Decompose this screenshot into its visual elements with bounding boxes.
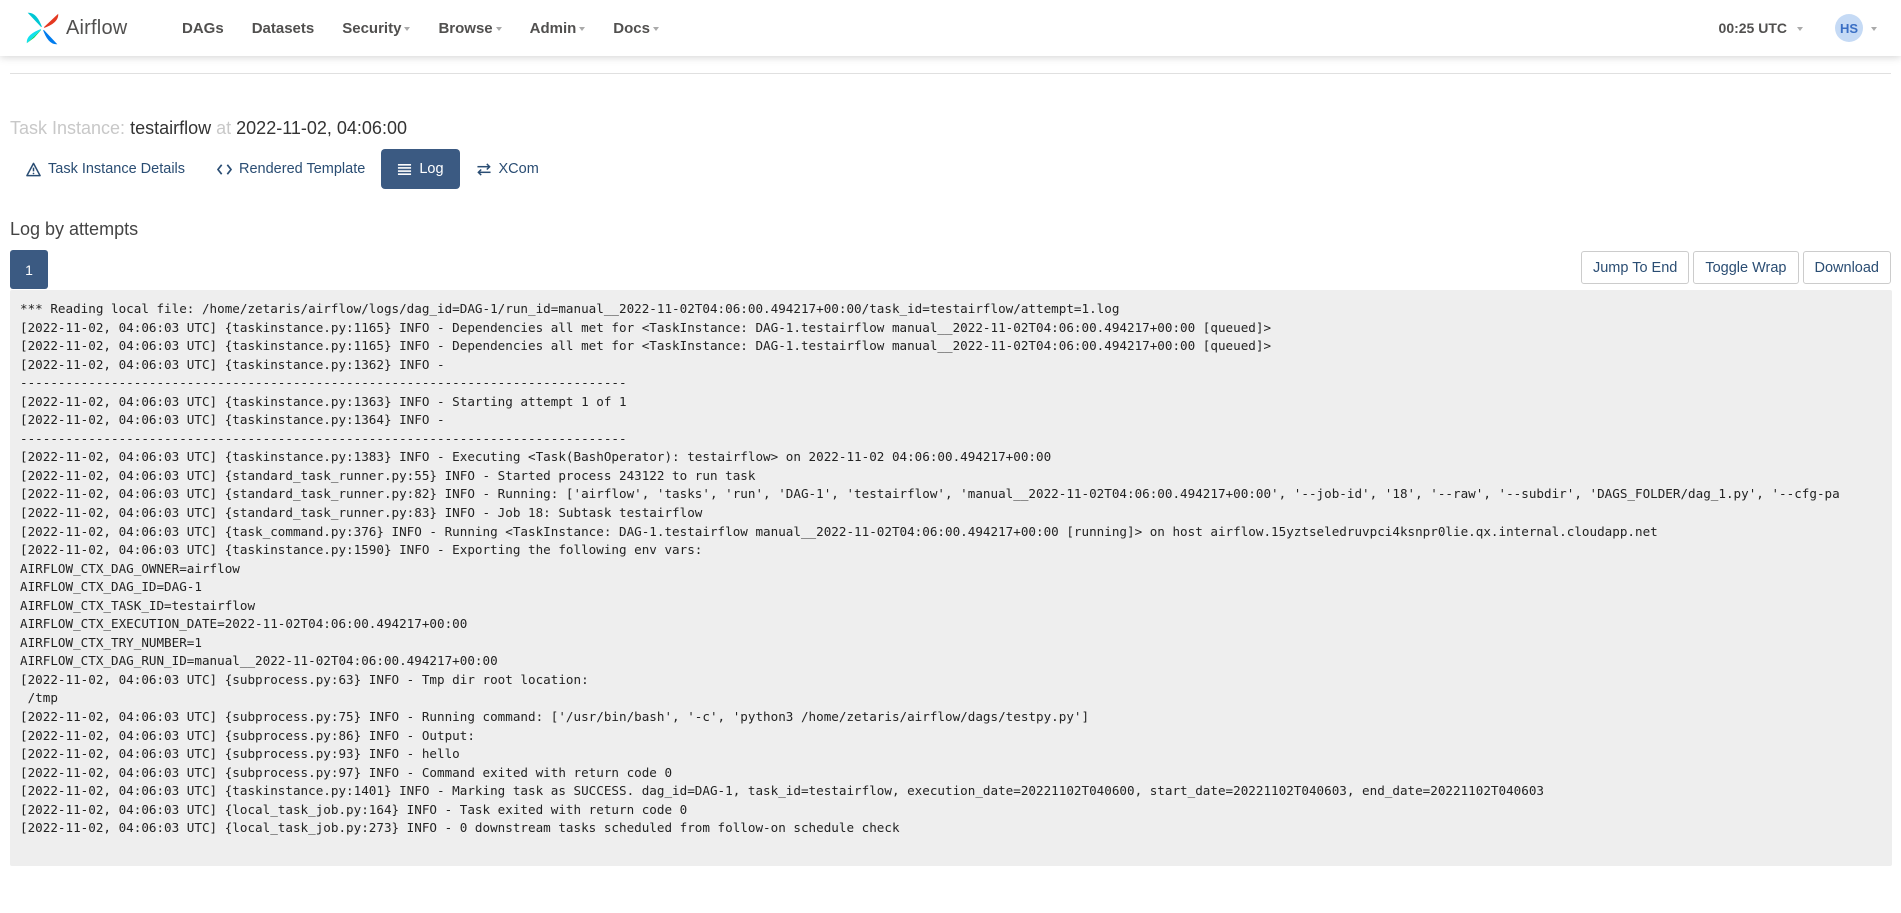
nav-right: 00:25 UTC HS: [1719, 14, 1901, 42]
caret-down-icon: [1797, 27, 1803, 31]
log-line: [2022-11-02, 04:06:03 UTC] {subprocess.p…: [20, 671, 597, 687]
log-line: ----------------------------------------…: [20, 430, 627, 446]
tab-label: Task Instance Details: [48, 161, 186, 177]
user-menu-dropdown[interactable]: HS: [1835, 14, 1877, 42]
log-line: AIRFLOW_CTX_TASK_ID=testairflow: [20, 597, 256, 613]
log-section-title: Log by attempts: [10, 219, 139, 239]
tab-task-instance-details[interactable]: Task Instance Details: [10, 149, 201, 189]
nav-admin-dropdown[interactable]: Admin: [530, 20, 586, 37]
log-line: ----------------------------------------…: [20, 375, 627, 391]
log-line: AIRFLOW_CTX_TRY_NUMBER=1: [20, 634, 202, 650]
log-viewer[interactable]: *** Reading local file: /home/zetaris/ai…: [10, 290, 1892, 866]
log-line: AIRFLOW_CTX_EXECUTION_DATE=2022-11-02T04…: [20, 616, 468, 632]
avatar: HS: [1835, 14, 1863, 42]
nav-browse-label: Browse: [438, 19, 493, 37]
task-id: testairflow: [130, 118, 212, 138]
nav-datasets[interactable]: Datasets: [252, 20, 315, 37]
code-icon: [217, 163, 232, 175]
caret-down-icon: [1871, 27, 1877, 31]
log-line: [2022-11-02, 04:06:03 UTC] {taskinstance…: [20, 356, 453, 372]
nav-datasets-label: Datasets: [251, 19, 315, 37]
nav-docs-dropdown[interactable]: Docs: [613, 20, 659, 37]
log-actions: Jump To End Toggle Wrap Download: [1577, 251, 1891, 284]
nav-browse-dropdown[interactable]: Browse: [438, 19, 502, 37]
title-at: at: [216, 118, 232, 138]
warning-triangle-icon: [26, 162, 41, 176]
airflow-logo-icon: [26, 12, 59, 44]
tab-log[interactable]: Log: [381, 149, 460, 189]
airflow-home-link[interactable]: Airflow: [24, 10, 150, 47]
nav-docs-label: Docs: [613, 19, 650, 37]
toggle-wrap-button[interactable]: Toggle Wrap: [1693, 251, 1799, 284]
nav-admin-label: Admin: [529, 19, 577, 37]
log-content: *** Reading local file: /home/zetaris/ai…: [20, 300, 1892, 838]
log-line: [2022-11-02, 04:06:03 UTC] {subprocess.p…: [20, 727, 475, 743]
log-line: [2022-11-02, 04:06:03 UTC] {subprocess.p…: [20, 746, 460, 762]
caret-down-icon: [495, 27, 502, 31]
log-line: [2022-11-02, 04:06:03 UTC] {standard_tas…: [20, 467, 756, 483]
log-line: AIRFLOW_CTX_DAG_OWNER=airflow: [20, 560, 240, 576]
task-instance-tabs: Task Instance Details Rendered Template …: [10, 149, 555, 189]
exchange-arrows-icon: [476, 162, 491, 176]
divider: [10, 73, 1891, 74]
tab-rendered-template[interactable]: Rendered Template: [201, 149, 381, 189]
log-line: *** Reading local file: /home/zetaris/ai…: [20, 301, 1120, 316]
log-line: [2022-11-02, 04:06:03 UTC] {standard_tas…: [20, 486, 1840, 502]
attempt-number: 1: [25, 261, 33, 278]
main-menu: DAGs Datasets Security Browse Admin Docs: [182, 20, 687, 37]
log-line: [2022-11-02, 04:06:03 UTC] {task_command…: [20, 523, 1658, 539]
user-initials: HS: [1839, 20, 1859, 36]
timezone-clock-dropdown[interactable]: 00:25 UTC: [1719, 20, 1803, 36]
tab-xcom[interactable]: XCom: [460, 149, 555, 189]
log-line: [2022-11-02, 04:06:03 UTC] {taskinstance…: [20, 319, 1272, 335]
nav-dags-label: DAGs: [182, 19, 224, 37]
log-line: [2022-11-02, 04:06:03 UTC] {taskinstance…: [20, 542, 703, 558]
caret-down-icon: [652, 27, 659, 31]
nav-dags[interactable]: DAGs: [182, 20, 224, 37]
execution-date: 2022-11-02, 04:06:00: [236, 118, 407, 138]
title-prefix: Task Instance:: [10, 118, 126, 138]
nav-security-label: Security: [342, 19, 402, 37]
brand-name: Airflow: [66, 16, 128, 39]
log-line: [2022-11-02, 04:06:03 UTC] {local_task_j…: [20, 801, 688, 817]
log-line: [2022-11-02, 04:06:03 UTC] {taskinstance…: [20, 449, 1052, 465]
list-icon: [398, 163, 412, 175]
jump-to-end-button[interactable]: Jump To End: [1580, 251, 1690, 284]
attempt-1-button[interactable]: 1: [10, 250, 48, 289]
caret-down-icon: [404, 27, 411, 31]
nav-security-dropdown[interactable]: Security: [342, 19, 411, 37]
tab-label: Rendered Template: [239, 161, 366, 177]
download-button[interactable]: Download: [1802, 251, 1891, 284]
log-line: [2022-11-02, 04:06:03 UTC] {standard_tas…: [20, 505, 703, 521]
log-line: [2022-11-02, 04:06:03 UTC] {taskinstance…: [20, 412, 453, 428]
clock-label: 00:25 UTC: [1718, 20, 1787, 36]
log-line: [2022-11-02, 04:06:03 UTC] {taskinstance…: [20, 338, 1272, 354]
log-line: [2022-11-02, 04:06:03 UTC] {subprocess.p…: [20, 764, 673, 780]
log-line: [2022-11-02, 04:06:03 UTC] {local_task_j…: [20, 820, 900, 836]
log-line: AIRFLOW_CTX_DAG_ID=DAG-1: [20, 579, 202, 595]
tab-label: Log: [419, 161, 444, 177]
log-line: [2022-11-02, 04:06:03 UTC] {taskinstance…: [20, 783, 1544, 799]
log-line: [2022-11-02, 04:06:03 UTC] {taskinstance…: [20, 393, 627, 409]
log-line: /tmp: [20, 690, 58, 706]
caret-down-icon: [579, 27, 586, 31]
log-line: [2022-11-02, 04:06:03 UTC] {subprocess.p…: [20, 709, 1090, 725]
page-title: Task Instance: testairflow at 2022-11-02…: [10, 118, 407, 139]
top-navbar: Airflow DAGs Datasets Security Browse Ad…: [0, 0, 1901, 56]
tab-label: XCom: [498, 161, 539, 177]
log-line: AIRFLOW_CTX_DAG_RUN_ID=manual__2022-11-0…: [20, 653, 498, 669]
